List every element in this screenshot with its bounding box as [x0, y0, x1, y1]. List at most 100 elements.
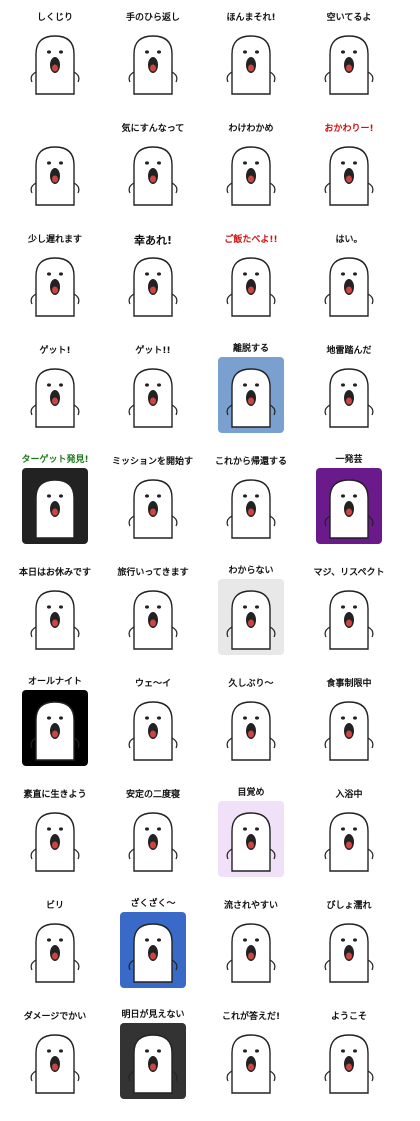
sticker-39[interactable]: これが答えだ!: [210, 1005, 292, 1105]
sticker-17[interactable]: ターゲット発見!: [14, 450, 96, 550]
sticker-25[interactable]: オールナイト: [14, 672, 96, 772]
ghost-character-icon: [128, 257, 178, 317]
sticker-16[interactable]: 地雷踏んだ: [308, 339, 390, 439]
sticker-caption: びしょ濡れ: [326, 901, 372, 911]
sticker-grid: しくじり 手のひら返し ほんまそれ! 空いてるよ気にすんなって わけわかめ おかわりー! 少…: [14, 6, 406, 1116]
ghost-character-icon: [30, 812, 80, 872]
ghost-character-icon: [128, 923, 178, 983]
sticker-35[interactable]: 流されやすい: [210, 894, 292, 994]
sticker-caption: ゲット!!: [135, 346, 171, 356]
sticker-caption: ようこそ: [330, 1012, 367, 1022]
ghost-character-icon: [128, 812, 178, 872]
sticker-caption: 素直に生きよう: [23, 790, 87, 800]
sticker-20[interactable]: 一発芸: [308, 450, 390, 550]
sticker-caption: 空いてるよ: [326, 13, 372, 23]
ghost-character-icon: [324, 923, 374, 983]
sticker-27[interactable]: 久しぶり〜: [210, 672, 292, 772]
sticker-2[interactable]: 手のひら返し: [112, 6, 194, 106]
ghost-character-icon: [30, 1034, 80, 1094]
ghost-character-icon: [30, 923, 80, 983]
sticker-15[interactable]: 離脱する: [210, 339, 292, 439]
sticker-36[interactable]: びしょ濡れ: [308, 894, 390, 994]
ghost-character-icon: [324, 701, 374, 761]
sticker-32[interactable]: 入浴中: [308, 783, 390, 883]
sticker-caption: ほんまそれ!: [226, 13, 276, 23]
sticker-8[interactable]: おかわりー!: [308, 117, 390, 217]
sticker-caption: ざくざく〜: [130, 899, 176, 909]
ghost-character-icon: [324, 479, 374, 539]
sticker-23[interactable]: わからない: [210, 561, 292, 661]
ghost-character-icon: [128, 146, 178, 206]
sticker-14[interactable]: ゲット!!: [112, 339, 194, 439]
sticker-38[interactable]: 明日が見えない: [112, 1005, 194, 1105]
sticker-caption: ゲット!: [39, 346, 71, 356]
sticker-caption: わからない: [228, 566, 274, 576]
sticker-caption: 流されやすい: [223, 901, 278, 911]
sticker-caption: これから帰還する: [214, 457, 287, 467]
sticker-7[interactable]: わけわかめ: [210, 117, 292, 217]
sticker-4[interactable]: 空いてるよ: [308, 6, 390, 106]
ghost-character-icon: [226, 812, 276, 872]
sticker-19[interactable]: これから帰還する: [210, 450, 292, 550]
sticker-29[interactable]: 素直に生きよう: [14, 783, 96, 883]
sticker-26[interactable]: ウェ〜イ: [112, 672, 194, 772]
sticker-caption: 少し遅れます: [27, 235, 82, 245]
sticker-11[interactable]: ご飯たべよ!!: [210, 228, 292, 328]
sticker-6[interactable]: 気にすんなって: [112, 117, 194, 217]
sticker-caption: オールナイト: [27, 677, 82, 687]
ghost-character-icon: [226, 35, 276, 95]
sticker-caption: 手のひら返し: [125, 13, 180, 23]
sticker-28[interactable]: 食事制限中: [308, 672, 390, 772]
ghost-character-icon: [30, 146, 80, 206]
sticker-caption: 入浴中: [335, 790, 363, 800]
sticker-24[interactable]: マジ、リスペクト: [308, 561, 390, 661]
sticker-caption: 地雷踏んだ: [326, 346, 372, 356]
sticker-caption: 目覚め: [237, 788, 265, 798]
sticker-caption: これが答えだ!: [221, 1012, 281, 1022]
ghost-character-icon: [128, 590, 178, 650]
ghost-character-icon: [226, 590, 276, 650]
ghost-character-icon: [128, 368, 178, 428]
sticker-caption: おかわりー!: [324, 124, 374, 134]
sticker-caption: 一発芸: [335, 455, 363, 465]
sticker-40[interactable]: ようこそ: [308, 1005, 390, 1105]
ghost-character-icon: [324, 257, 374, 317]
sticker-22[interactable]: 旅行いってきます: [112, 561, 194, 661]
sticker-caption: ウェ〜イ: [134, 679, 171, 689]
sticker-caption: マジ、リスペクト: [313, 568, 385, 578]
sticker-caption: 久しぶり〜: [228, 679, 274, 689]
ghost-character-icon: [30, 368, 80, 428]
ghost-character-icon: [324, 368, 374, 428]
sticker-caption: 食事制限中: [326, 679, 372, 689]
sticker-caption: 本日はお休みです: [18, 568, 91, 578]
sticker-37[interactable]: ダメージでかい: [14, 1005, 96, 1105]
ghost-character-icon: [30, 701, 80, 761]
sticker-31[interactable]: 目覚め: [210, 783, 292, 883]
ghost-character-icon: [30, 35, 80, 95]
ghost-character-icon: [30, 257, 80, 317]
sticker-caption: ダメージでかい: [23, 1012, 87, 1022]
sticker-caption: 安定の二度寝: [125, 790, 180, 800]
sticker-caption: ご飯たべよ!!: [224, 235, 278, 245]
sticker-caption: 明日が見えない: [121, 1010, 185, 1020]
sticker-caption: はい。: [335, 235, 363, 245]
sticker-21[interactable]: 本日はお休みです: [14, 561, 96, 661]
sticker-18[interactable]: ミッションを開始する: [112, 450, 194, 550]
sticker-caption: 幸あれ!: [133, 234, 173, 247]
sticker-34[interactable]: ざくざく〜: [112, 894, 194, 994]
sticker-30[interactable]: 安定の二度寝: [112, 783, 194, 883]
sticker-10[interactable]: 幸あれ!: [112, 228, 194, 328]
sticker-13[interactable]: ゲット!: [14, 339, 96, 439]
sticker-caption: 気にすんなって: [121, 124, 185, 134]
sticker-12[interactable]: はい。: [308, 228, 390, 328]
sticker-5[interactable]: [14, 117, 96, 217]
sticker-caption: ミッションを開始する: [112, 457, 194, 467]
sticker-9[interactable]: 少し遅れます: [14, 228, 96, 328]
sticker-caption: 旅行いってきます: [117, 568, 189, 578]
ghost-character-icon: [128, 701, 178, 761]
sticker-1[interactable]: しくじり: [14, 6, 96, 106]
sticker-3[interactable]: ほんまそれ!: [210, 6, 292, 106]
sticker-33[interactable]: ビリ: [14, 894, 96, 994]
ghost-character-icon: [324, 590, 374, 650]
ghost-character-icon: [226, 923, 276, 983]
